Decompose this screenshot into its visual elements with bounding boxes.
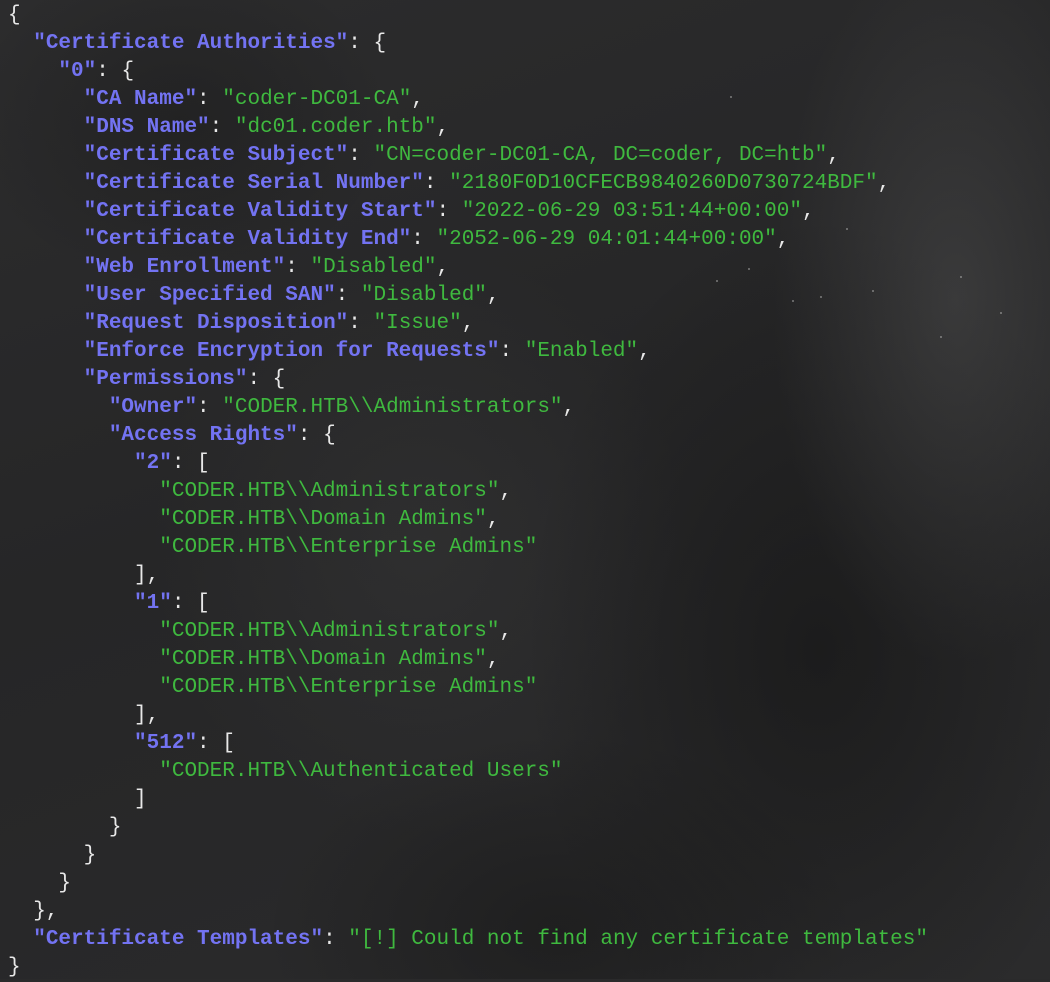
- output-line: },: [8, 900, 59, 923]
- output-line: "Access Rights": {: [108, 424, 336, 447]
- json-value: "CODER.HTB\\Enterprise Admins": [159, 676, 538, 699]
- json-key: "Certificate Validity Start": [83, 200, 437, 223]
- json-value: "Disabled": [360, 284, 487, 307]
- output-line: ]: [8, 788, 147, 811]
- json-value: "Issue": [373, 312, 462, 335]
- json-value: "[!] Could not find any certificate temp…: [348, 928, 928, 951]
- output-line: "Enforce Encryption for Requests": "Enab…: [83, 340, 651, 363]
- output-line: "Certificate Templates": "[!] Could not …: [33, 928, 928, 951]
- json-key: "Certificate Authorities": [33, 32, 349, 55]
- output-line: }: [8, 844, 97, 867]
- json-key: "Owner": [108, 396, 198, 419]
- json-key: "1": [134, 592, 172, 615]
- json-key: "Certificate Templates": [33, 928, 324, 951]
- output-line: "CODER.HTB\\Enterprise Admins": [8, 534, 1048, 562]
- json-key: "Permissions": [83, 368, 248, 391]
- json-value: "CODER.HTB\\Administrators": [159, 620, 500, 643]
- json-value: "CODER.HTB\\Enterprise Admins": [159, 536, 538, 559]
- output-line: "Certificate Serial Number": "2180F0D10C…: [83, 172, 891, 195]
- json-value: "CODER.HTB\\Administrators": [159, 480, 500, 503]
- json-value: "Enabled": [524, 340, 639, 363]
- json-value: "CODER.HTB\\Domain Admins": [159, 648, 487, 671]
- json-key: "Certificate Validity End": [83, 228, 412, 251]
- json-key: "DNS Name": [83, 116, 210, 139]
- output-line: "512": [: [134, 732, 235, 755]
- json-key: "Request Disposition": [83, 312, 349, 335]
- output-line: "2": [: [134, 452, 210, 475]
- output-line: "DNS Name": "dc01.coder.htb",: [83, 116, 450, 139]
- json-value: "Disabled": [310, 256, 437, 279]
- json-key: "0": [58, 60, 97, 83]
- output-line: "Certificate Validity End": "2052-06-29 …: [83, 228, 790, 251]
- output-line: "1": [: [134, 592, 210, 615]
- output-line: "CODER.HTB\\Domain Admins",: [159, 508, 500, 531]
- output-line: }: [8, 816, 122, 839]
- output-line: "CODER.HTB\\Administrators",: [159, 620, 513, 643]
- terminal-output: { "Certificate Authorities": { "0": { "C…: [8, 2, 1048, 982]
- json-value: "coder-DC01-CA": [222, 88, 412, 111]
- output-line: "Owner": "CODER.HTB\\Administrators",: [108, 396, 576, 419]
- json-value: "CN=coder-DC01-CA, DC=coder, DC=htb": [373, 144, 828, 167]
- output-line: "CA Name": "coder-DC01-CA",: [83, 88, 424, 111]
- json-value: "2052-06-29 04:01:44+00:00": [436, 228, 777, 251]
- json-key: "512": [134, 732, 198, 755]
- output-line: }: [8, 956, 21, 979]
- json-key: "User Specified SAN": [83, 284, 336, 307]
- output-line: }: [8, 872, 72, 895]
- output-line: "CODER.HTB\\Enterprise Admins": [8, 674, 1048, 702]
- output-line: "Permissions": {: [83, 368, 286, 391]
- json-key: "Certificate Serial Number": [83, 172, 424, 195]
- json-key: "Web Enrollment": [83, 256, 286, 279]
- json-key: "CA Name": [83, 88, 198, 111]
- json-value: "CODER.HTB\\Domain Admins": [159, 508, 487, 531]
- json-value: "CODER.HTB\\Administrators": [222, 396, 563, 419]
- output-line: "Certificate Subject": "CN=coder-DC01-CA…: [83, 144, 840, 167]
- json-key: "2": [134, 452, 172, 475]
- output-line: "Web Enrollment": "Disabled",: [83, 256, 450, 279]
- json-key: "Access Rights": [108, 424, 298, 447]
- output-line: "Request Disposition": "Issue",: [83, 312, 475, 335]
- json-value: "2022-06-29 03:51:44+00:00": [461, 200, 802, 223]
- output-line: "CODER.HTB\\Authenticated Users": [8, 758, 1048, 786]
- json-value: "CODER.HTB\\Authenticated Users": [159, 760, 563, 783]
- json-value: "2180F0D10CFECB9840260D0730724BDF": [449, 172, 878, 195]
- output-line: ],: [8, 704, 160, 727]
- json-key: "Enforce Encryption for Requests": [83, 340, 500, 363]
- output-line: {: [8, 4, 21, 27]
- output-line: "CODER.HTB\\Administrators",: [159, 480, 513, 503]
- json-key: "Certificate Subject": [83, 144, 349, 167]
- json-value: "dc01.coder.htb": [234, 116, 437, 139]
- output-line: "CODER.HTB\\Domain Admins",: [159, 648, 500, 671]
- output-line: "Certificate Authorities": {: [33, 32, 387, 55]
- output-line: "0": {: [58, 60, 135, 83]
- output-line: ],: [8, 564, 160, 587]
- output-line: "User Specified SAN": "Disabled",: [83, 284, 500, 307]
- output-line: "Certificate Validity Start": "2022-06-2…: [83, 200, 815, 223]
